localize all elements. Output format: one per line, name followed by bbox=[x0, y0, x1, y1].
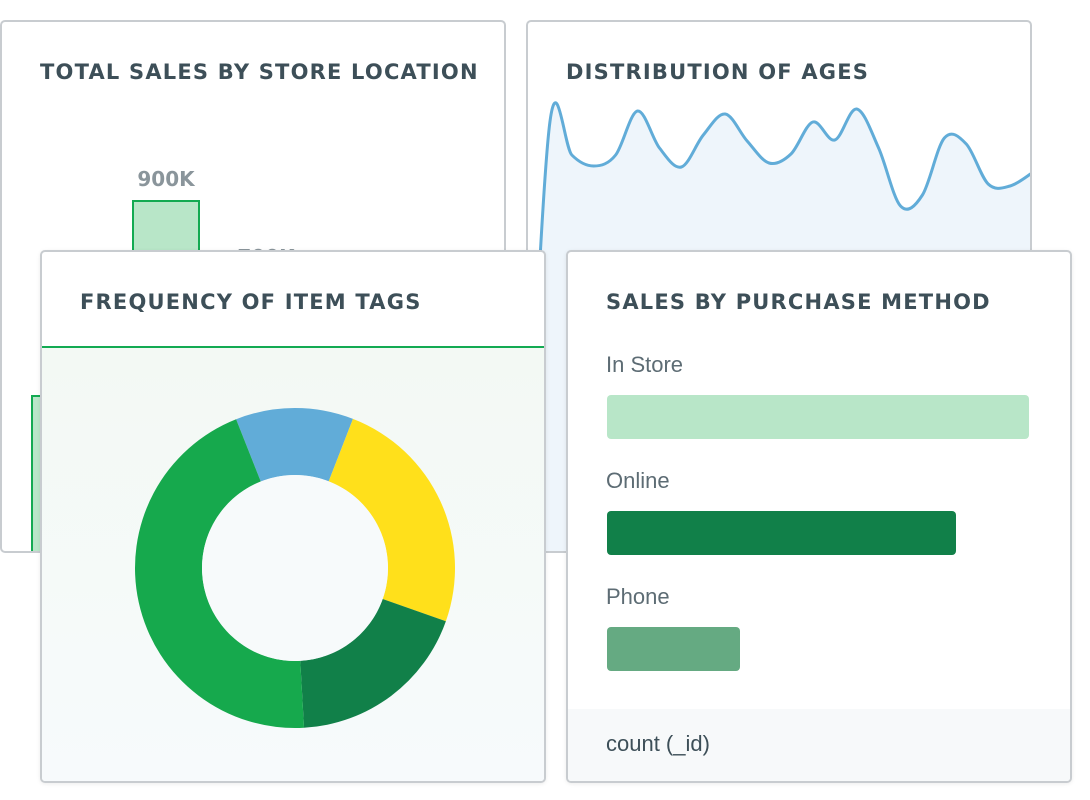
bar-label-online: Online bbox=[606, 468, 670, 493]
chart-title: SALES BY PURCHASE METHOD bbox=[606, 290, 991, 314]
donut-hole bbox=[202, 475, 388, 661]
bar-label-phone: Phone bbox=[606, 584, 670, 609]
bar-in-store bbox=[607, 395, 1029, 439]
bar-phone bbox=[607, 627, 740, 671]
donut-chart-item-tags bbox=[134, 408, 455, 728]
bar-data-label: 900K bbox=[137, 167, 196, 191]
bar-online bbox=[607, 511, 956, 555]
axis-footer: count (_id) bbox=[568, 709, 1070, 781]
x-axis-label: count (_id) bbox=[606, 731, 710, 756]
bar-label-in-store: In Store bbox=[606, 352, 684, 377]
card-frequency-of-item-tags: FREQUENCY OF ITEM TAGS bbox=[40, 250, 546, 783]
card-sales-by-purchase-method: SALES BY PURCHASE METHOD In Store Online… bbox=[566, 250, 1072, 783]
